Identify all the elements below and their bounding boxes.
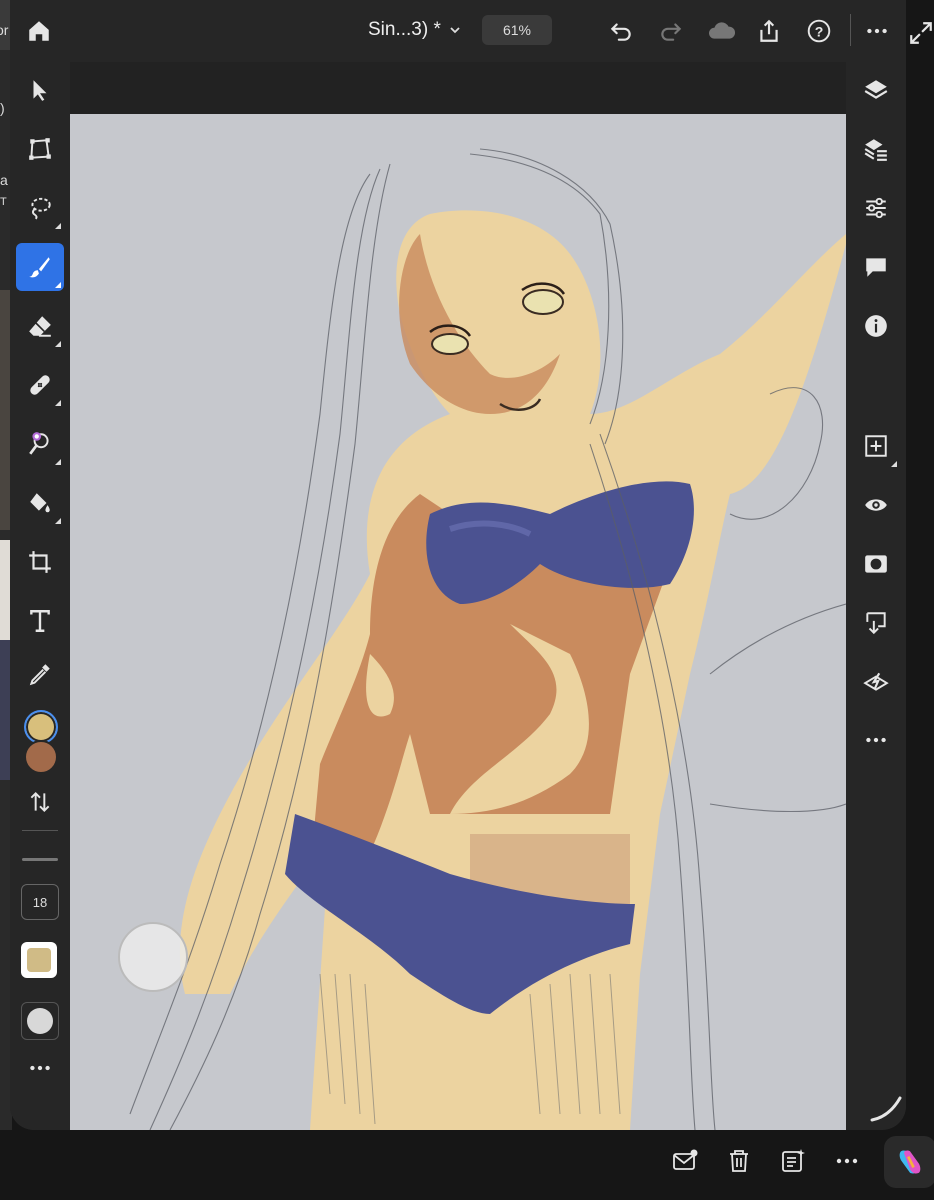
- eyedropper-icon: [29, 664, 50, 686]
- artwork-illustration: [129, 148, 846, 1130]
- comment-icon: [866, 258, 886, 277]
- add-layer-button[interactable]: [852, 422, 900, 470]
- toolbar-divider: [22, 830, 58, 831]
- background-color-swatch[interactable]: [24, 740, 58, 774]
- sliders-icon: [866, 197, 886, 219]
- merge-down-button[interactable]: [852, 599, 900, 647]
- brush-opacity-button[interactable]: [21, 1002, 59, 1040]
- more-icon[interactable]: [862, 16, 892, 46]
- eye-icon: [865, 499, 887, 511]
- document-title[interactable]: Sin...3) *: [368, 19, 461, 41]
- layers-icon: [864, 80, 888, 99]
- mask-icon: [865, 555, 887, 573]
- paint-bucket-icon: [30, 493, 50, 513]
- undo-icon[interactable]: [606, 16, 636, 46]
- expand-icon[interactable]: [906, 18, 934, 48]
- right-toolbar: [846, 62, 906, 1130]
- left-toolbar: 18: [10, 62, 70, 1130]
- pointer-icon: [33, 80, 47, 101]
- info-icon: [865, 315, 887, 337]
- eraser-icon: [29, 316, 51, 337]
- brush-settings-button[interactable]: [21, 942, 57, 978]
- crop-tool[interactable]: [16, 538, 64, 586]
- bandage-icon: [30, 375, 50, 395]
- type-icon: [30, 610, 50, 632]
- transform-icon: [29, 138, 51, 160]
- info-button[interactable]: [852, 302, 900, 350]
- background-window-text: T: [0, 196, 7, 208]
- more-icon: [30, 1065, 50, 1071]
- background-window-text: or: [0, 22, 9, 38]
- background-window-text: ): [0, 100, 5, 116]
- copilot-icon[interactable]: [884, 1136, 934, 1188]
- more-layer-options-button[interactable]: [852, 716, 900, 764]
- foreground-color-swatch[interactable]: [24, 710, 58, 744]
- layer-properties-icon: [864, 139, 887, 161]
- zoom-level[interactable]: 61%: [482, 15, 552, 45]
- type-tool[interactable]: [16, 597, 64, 645]
- share-icon[interactable]: [754, 16, 784, 46]
- swap-colors-button[interactable]: [16, 778, 64, 826]
- lasso-icon: [31, 197, 51, 220]
- redo-icon[interactable]: [656, 16, 686, 46]
- notes-icon[interactable]: [776, 1144, 810, 1178]
- add-layer-icon: [865, 435, 887, 457]
- visibility-button[interactable]: [852, 481, 900, 529]
- top-bar: Sin...3) * 61% ?: [10, 0, 906, 62]
- document-canvas[interactable]: [70, 114, 846, 1130]
- clear-layer-icon: [863, 672, 889, 691]
- clear-layer-button[interactable]: [852, 658, 900, 706]
- pencil-gesture-icon: [868, 1090, 904, 1126]
- background-window-text: a: [0, 172, 8, 188]
- adjustments-button[interactable]: [852, 184, 900, 232]
- opacity-circle-icon: [27, 1008, 53, 1034]
- lasso-tool[interactable]: [16, 184, 64, 232]
- brush-preview-swatch: [27, 948, 51, 972]
- mask-button[interactable]: [852, 540, 900, 588]
- more-icon[interactable]: [830, 1144, 864, 1178]
- brush-tool[interactable]: [16, 243, 64, 291]
- photoshop-app-window: Sin...3) * 61% ? 18: [10, 0, 906, 1130]
- more-icon: [866, 737, 886, 743]
- home-icon[interactable]: [24, 16, 54, 46]
- healing-tool[interactable]: [16, 361, 64, 409]
- layers-button[interactable]: [852, 66, 900, 114]
- brush-size-slider[interactable]: [22, 858, 58, 861]
- smart-select-tool[interactable]: [16, 420, 64, 468]
- eyedropper-tool[interactable]: [16, 650, 64, 698]
- comments-button[interactable]: [852, 243, 900, 291]
- merge-down-icon: [866, 612, 886, 635]
- crop-icon: [29, 551, 51, 573]
- fill-tool[interactable]: [16, 479, 64, 527]
- eraser-tool[interactable]: [16, 302, 64, 350]
- cloud-icon[interactable]: [704, 16, 740, 46]
- layer-properties-button[interactable]: [852, 125, 900, 173]
- trash-icon[interactable]: [722, 1144, 756, 1178]
- select-tool[interactable]: [16, 66, 64, 114]
- toolbar-divider: [850, 14, 851, 46]
- brush-icon: [29, 257, 50, 278]
- chevron-down-icon: [450, 27, 460, 34]
- document-title-text: Sin...3) *: [368, 19, 441, 40]
- transform-tool[interactable]: [16, 125, 64, 173]
- touch-cursor-indicator: [118, 922, 188, 992]
- canvas-area: [70, 62, 846, 1130]
- mail-icon[interactable]: [668, 1144, 702, 1178]
- brush-size-field[interactable]: 18: [21, 884, 59, 920]
- system-taskbar: [0, 1130, 934, 1200]
- svg-text:?: ?: [815, 23, 824, 39]
- more-tools-button[interactable]: [16, 1044, 64, 1092]
- swap-icon: [30, 791, 50, 813]
- magic-wand-icon: [29, 432, 49, 455]
- help-icon[interactable]: ?: [804, 16, 834, 46]
